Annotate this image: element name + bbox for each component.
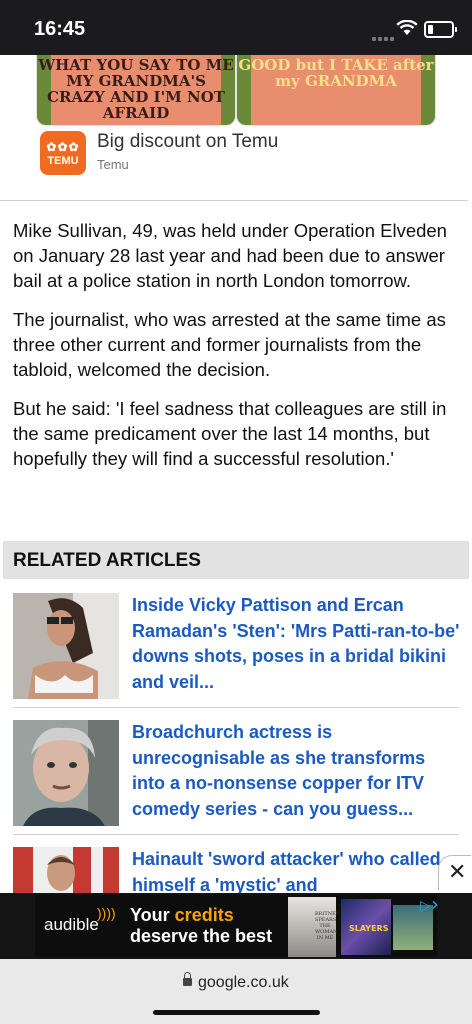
- related-article-thumbnail[interactable]: [13, 847, 119, 893]
- ad-product-image-2[interactable]: GOOD but I TAKE after my GRANDMA: [236, 55, 436, 126]
- home-indicator[interactable]: [153, 1010, 320, 1015]
- temu-logo-text: TEMU: [47, 155, 79, 167]
- related-article-title[interactable]: Inside Vicky Pattison and Ercan Ramadan'…: [132, 593, 462, 695]
- book-cover-2-text: SLAYERS: [349, 924, 389, 933]
- book-cover-2: SLAYERS: [341, 899, 391, 955]
- book-cover-1: BRITNEY SPEARS THE WOMAN IN ME: [288, 897, 340, 957]
- lock-icon: [183, 972, 192, 986]
- article-paragraph: But he said: 'I feel sadness that collea…: [13, 398, 447, 469]
- related-article-thumbnail[interactable]: [13, 720, 119, 826]
- article-paragraph: The journalist, who was arrested at the …: [13, 309, 446, 380]
- related-article-title[interactable]: Broadchurch actress is unrecognisable as…: [132, 720, 462, 822]
- related-article-item[interactable]: Hainault 'sword attacker' who called him…: [13, 847, 460, 893]
- status-bar: 16:45: [0, 0, 472, 55]
- ad-product-image-1[interactable]: WHAT YOU SAY TO ME MY GRANDMA'S CRAZY AN…: [36, 55, 236, 126]
- article-paragraph: Mike Sullivan, 49, was held under Operat…: [13, 220, 447, 291]
- ad-headline-prefix: Your: [130, 905, 175, 925]
- audible-ad[interactable]: audible )))) Your credits deserve the be…: [35, 895, 437, 957]
- wifi-icon: [396, 20, 418, 35]
- battery-icon: [424, 21, 457, 38]
- ad-title[interactable]: Big discount on Temu: [97, 131, 278, 153]
- status-time: 16:45: [34, 18, 86, 40]
- divider: [13, 834, 459, 835]
- url-label[interactable]: google.co.uk: [198, 974, 289, 992]
- ad-headline-line-1: Your credits: [130, 905, 234, 926]
- close-icon: ✕: [448, 860, 467, 885]
- divider: [13, 707, 459, 708]
- book-cover-1-text: BRITNEY SPEARS THE WOMAN IN ME: [315, 911, 340, 941]
- ad-image-1-text: WHAT YOU SAY TO ME MY GRANDMA'S CRAZY AN…: [38, 56, 234, 122]
- ad-choices-icon[interactable]: ▷✕: [420, 897, 437, 914]
- banner-ad[interactable]: audible )))) Your credits deserve the be…: [0, 893, 472, 959]
- sponsored-ad-card[interactable]: WHAT YOU SAY TO ME MY GRANDMA'S CRAZY AN…: [0, 55, 472, 202]
- ad-headline-line-2: deserve the best: [130, 926, 273, 946]
- article-body: Mike Sullivan, 49, was held under Operat…: [13, 218, 463, 485]
- audible-waves-icon: )))): [97, 905, 116, 921]
- temu-glyph-icon: ✿✿✿: [46, 140, 80, 154]
- signal-icon: [372, 28, 396, 46]
- ad-headline-accent: credits: [174, 905, 234, 925]
- divider: [0, 200, 468, 201]
- related-articles-header: RELATED ARTICLES: [3, 541, 469, 579]
- temu-logo[interactable]: ✿✿✿ TEMU: [40, 131, 86, 175]
- audible-logo: audible: [44, 915, 99, 934]
- related-article-thumbnail[interactable]: [13, 593, 119, 699]
- close-ad-button[interactable]: ✕: [438, 855, 471, 890]
- ad-image-2-text: GOOD but I TAKE after my GRANDMA: [238, 56, 434, 90]
- related-articles-heading: RELATED ARTICLES: [13, 550, 201, 571]
- ad-source: Temu: [97, 157, 129, 172]
- related-article-title[interactable]: Hainault 'sword attacker' who called him…: [132, 847, 460, 893]
